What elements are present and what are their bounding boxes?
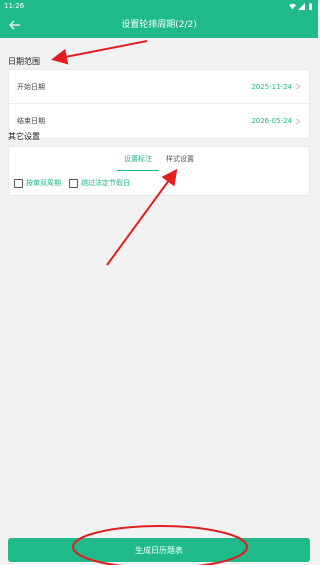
- start-date-row[interactable]: 开始日期 2025-11-24: [9, 70, 309, 104]
- option-label: 跳过法定节假日: [81, 179, 130, 187]
- annotation-arrow: [51, 40, 148, 65]
- wifi-icon: [289, 3, 296, 9]
- status-bar: 11:26: [0, 0, 318, 12]
- start-date-label: 开始日期: [17, 82, 45, 91]
- other-settings-card: 设置标注 样式设置 按单双周期 跳过法定节假日: [8, 146, 310, 196]
- page-title: 设置轮排周期(2/2): [121, 20, 197, 30]
- back-button[interactable]: [0, 12, 30, 38]
- date-range-card: 开始日期 2025-11-24 结束日期 2026-05-24: [8, 69, 310, 139]
- checkbox[interactable]: [14, 178, 23, 188]
- other-settings-label: 其它设置: [8, 132, 40, 141]
- start-date-value: 2025-11-24: [251, 82, 292, 91]
- system-icons: [289, 2, 314, 10]
- settings-tabs: 设置标注 样式设置: [9, 147, 309, 171]
- tab-marking[interactable]: 设置标注: [117, 147, 159, 171]
- option-odd-even-week[interactable]: 按单双周期: [14, 178, 61, 188]
- signal-icon: [298, 2, 305, 10]
- app-bar: 设置轮排周期(2/2): [0, 12, 318, 38]
- end-date-row[interactable]: 结束日期 2026-05-24: [9, 104, 309, 138]
- end-date-value: 2026-05-24: [251, 117, 292, 125]
- end-date-label: 结束日期: [17, 117, 45, 125]
- checkbox[interactable]: [69, 178, 78, 188]
- status-time: 11:26: [4, 2, 25, 10]
- chevron-right-icon: [295, 83, 301, 90]
- generate-calendar-button[interactable]: 生成日历题表: [8, 538, 310, 562]
- tab-style[interactable]: 样式设置: [159, 147, 201, 171]
- options-row: 按单双周期 跳过法定节假日: [9, 171, 309, 195]
- battery-icon: [309, 2, 312, 10]
- option-skip-holidays[interactable]: 跳过法定节假日: [69, 178, 130, 188]
- date-range-label: 日期范围: [8, 57, 40, 66]
- option-label: 按单双周期: [26, 179, 61, 187]
- arrow-left-icon: [9, 20, 20, 30]
- chevron-right-icon: [295, 118, 301, 124]
